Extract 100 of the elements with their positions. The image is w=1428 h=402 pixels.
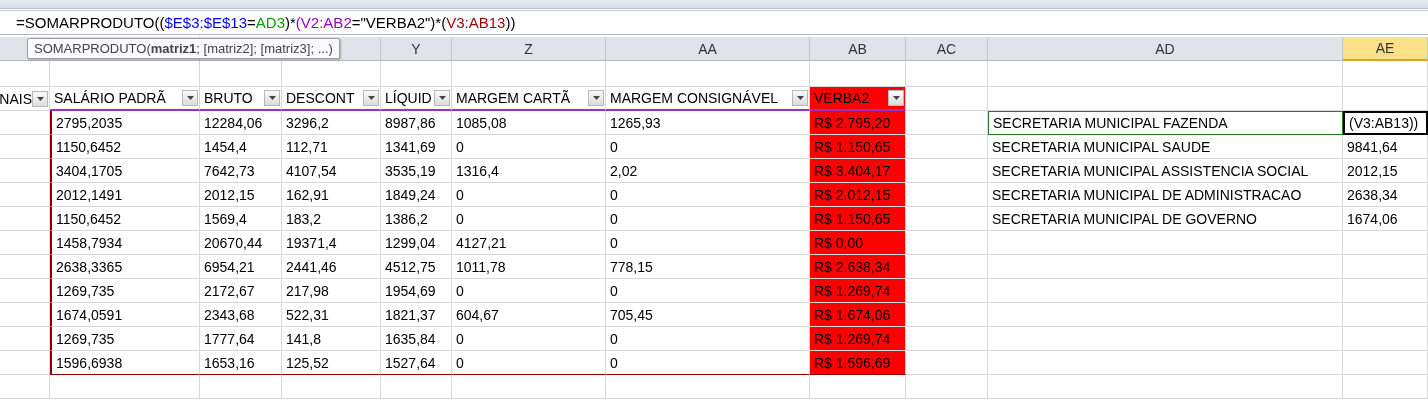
- table-cell: 604,67: [456, 306, 499, 323]
- table-cell: 1596,6938: [56, 354, 123, 371]
- table-cell: 3296,2: [286, 114, 329, 131]
- table-cell: 0: [456, 354, 464, 371]
- table-cell: 4107,54: [286, 162, 337, 179]
- table-cell: 2172,67: [204, 282, 255, 299]
- table-cell: R$ 0,00: [814, 234, 864, 251]
- table-cell: 778,15: [610, 258, 653, 275]
- table-cell: 12284,06: [204, 114, 263, 131]
- filter-dropdown-icon[interactable]: [182, 90, 198, 106]
- table-cell: 2012,1491: [56, 186, 123, 203]
- table-header: VERBA2: [814, 90, 870, 106]
- table-cell[interactable]: (V3:AB13)): [1343, 111, 1428, 135]
- column-header[interactable]: AC: [906, 37, 988, 61]
- table-cell: R$ 1.269,74: [814, 330, 891, 347]
- table-cell: 0: [610, 282, 618, 299]
- table-cell: 3404,1705: [56, 162, 123, 179]
- table-cell: SECRETARIA MUNICIPAL DE ADMINISTRACAO: [992, 186, 1302, 203]
- column-header[interactable]: AD: [988, 37, 1343, 61]
- table-cell: 2,02: [610, 162, 638, 179]
- table-cell: 1849,24: [385, 186, 436, 203]
- table-cell: 1821,37: [385, 306, 436, 323]
- table-cell: 2638,3365: [56, 258, 123, 275]
- function-tooltip: SOMARPRODUTO(matriz1; [matriz2]; [matriz3]; ...): [27, 38, 340, 59]
- table-cell: 1011,78: [456, 258, 506, 275]
- table-cell: R$ 2.638,34: [814, 258, 891, 275]
- filter-dropdown-icon[interactable]: [264, 90, 280, 106]
- table-cell: 8987,86: [385, 114, 436, 131]
- table-cell: 1085,08: [456, 114, 507, 131]
- empty-cell: [0, 375, 50, 399]
- table-cell[interactable]: 2638,34: [1343, 183, 1428, 207]
- table-cell: 0: [610, 186, 618, 203]
- table-header: MARGEM CARTÃ: [456, 90, 571, 106]
- column-header[interactable]: AA: [606, 37, 810, 61]
- table-cell[interactable]: 2012,15: [1343, 159, 1428, 183]
- table-cell: 1269,735: [56, 282, 115, 299]
- table-cell: 1150,6452: [56, 138, 122, 155]
- table-cell: 0: [456, 186, 464, 203]
- table-cell: SECRETARIA MUNICIPAL DE GOVERNO: [992, 210, 1257, 227]
- table-header: MARGEM CONSIGNÁVEL: [610, 90, 779, 106]
- filter-dropdown-icon[interactable]: [888, 90, 904, 106]
- table-cell: SECRETARIA MUNICIPAL SAUDE: [992, 138, 1211, 155]
- column-header[interactable]: Z: [452, 37, 606, 61]
- table-cell: 162,91: [286, 186, 329, 203]
- table-cell: SECRETARIA MUNICIPAL ASSISTENCIA SOCIAL: [992, 162, 1309, 179]
- table-cell: 705,45: [610, 306, 653, 323]
- table-header: LÍQUID: [385, 90, 432, 106]
- table-cell: R$ 2.795,20: [814, 114, 891, 131]
- filter-dropdown-icon[interactable]: [363, 90, 379, 106]
- filter-dropdown-icon[interactable]: [588, 90, 604, 106]
- column-header[interactable]: Y: [381, 37, 452, 61]
- table-cell: 183,2: [286, 210, 322, 227]
- table-header: NAIS: [0, 90, 32, 107]
- table-cell: 0: [610, 330, 618, 347]
- table-cell: 4127,21: [456, 234, 507, 251]
- table-cell: 0: [456, 138, 464, 155]
- table-cell: 522,31: [286, 306, 329, 323]
- table-cell: 0: [456, 210, 464, 227]
- table-cell: 1299,04: [385, 234, 436, 251]
- table-cell: 0: [610, 138, 618, 155]
- table-cell: 1386,2: [385, 210, 428, 227]
- table-cell: R$ 1.150,65: [814, 138, 891, 155]
- table-cell: 3535,19: [385, 162, 436, 179]
- table-cell: 217,98: [286, 282, 329, 299]
- table-cell: 2343,68: [204, 306, 255, 323]
- table-cell: R$ 1.150,65: [814, 210, 891, 227]
- table-cell: 2795,2035: [56, 114, 123, 131]
- filter-dropdown-icon[interactable]: [32, 90, 48, 107]
- table-cell: R$ 1.674,06: [814, 306, 891, 323]
- table-cell: 7642,73: [204, 162, 255, 179]
- column-header[interactable]: AE: [1343, 37, 1428, 61]
- table-cell: 141,8: [286, 330, 322, 347]
- table-cell: 1954,69: [385, 282, 436, 299]
- table-cell: 0: [610, 354, 618, 371]
- table-cell[interactable]: 9841,64: [1343, 135, 1428, 159]
- formula-bar[interactable]: =SOMARPRODUTO(($E$3:$E$13=AD3)*(V2:AB2="VERBA2")*(V3:AB13)): [0, 10, 1428, 35]
- table-cell: 1269,735: [56, 330, 115, 347]
- table-cell: R$ 1.269,74: [814, 282, 891, 299]
- table-cell: 1458,7934: [56, 234, 123, 251]
- table-cell: 20670,44: [204, 234, 263, 251]
- table-cell: SECRETARIA MUNICIPAL FAZENDA: [993, 115, 1228, 131]
- table-header: DESCONT: [286, 90, 355, 106]
- table-cell: 2441,46: [286, 258, 337, 275]
- table-cell: 2012,15: [204, 186, 255, 203]
- filter-dropdown-icon[interactable]: [792, 90, 808, 106]
- table-cell: 1341,69: [385, 138, 436, 155]
- table-cell: 1265,93: [610, 114, 661, 131]
- filter-dropdown-icon[interactable]: [434, 90, 450, 106]
- table-cell: 1653,16: [204, 354, 255, 371]
- table-header: SALÁRIO PADRÃ: [54, 90, 166, 106]
- table-cell: 1150,6452: [56, 210, 122, 227]
- table-cell: 1316,4: [456, 162, 499, 179]
- table-cell: 0: [456, 282, 464, 299]
- column-header[interactable]: AB: [810, 37, 906, 61]
- table-cell[interactable]: 1674,06: [1343, 207, 1428, 231]
- table-cell: 1527,64: [385, 354, 436, 371]
- table-cell: R$ 1.596,69: [814, 354, 891, 371]
- table-cell: 0: [456, 330, 464, 347]
- table-cell: 1674,0591: [56, 306, 123, 323]
- table-cell: R$ 2.012,15: [814, 186, 891, 203]
